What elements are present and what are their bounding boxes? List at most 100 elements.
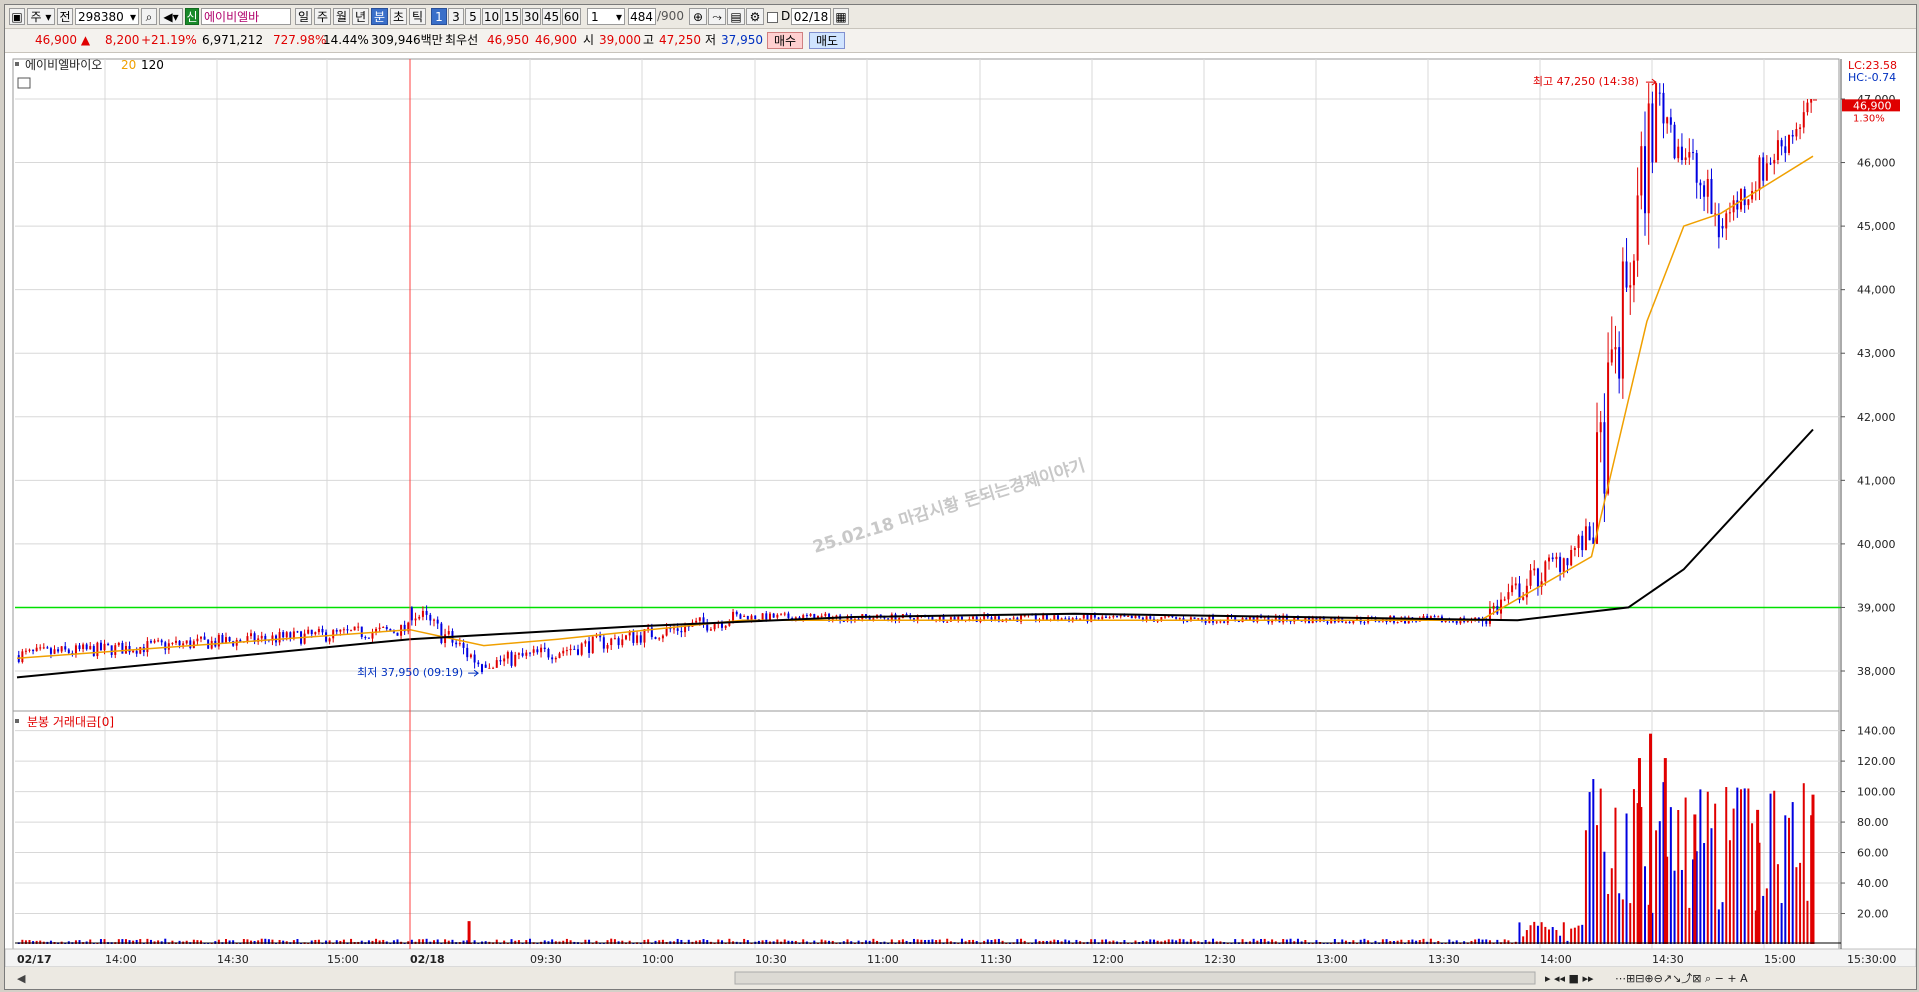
candle-body xyxy=(1795,128,1798,137)
volume-bar xyxy=(171,940,174,944)
candle-body xyxy=(1758,157,1761,191)
candle-body xyxy=(285,632,288,638)
candle-body xyxy=(1588,526,1591,541)
candle-body xyxy=(96,642,99,657)
volume-bar xyxy=(1773,790,1776,944)
candle-body xyxy=(1503,599,1506,601)
time-tick-label: 14:30 xyxy=(1652,953,1684,966)
candle-body xyxy=(1706,178,1709,197)
candle-body xyxy=(647,627,650,630)
candle-body xyxy=(1186,621,1189,623)
candle-body xyxy=(1223,621,1226,623)
candle-body xyxy=(588,641,591,653)
volume-bar xyxy=(1799,862,1802,944)
candle-body xyxy=(905,614,908,616)
volume-bar xyxy=(695,940,698,944)
volume-bar xyxy=(1699,789,1702,944)
tool-icons[interactable]: ⋯⊞⊟⊕⊖↗↘⤴⊠ ⌕ − + A xyxy=(1615,971,1748,985)
volume-bar xyxy=(1740,789,1743,944)
chart-window: ▣ 주 ▾ 전 298380 ▾ ⌕ ◀▾ 신 에이비엘바 일주월년분초틱 135… xyxy=(4,4,1917,990)
price-tick-label: 46,000 xyxy=(1857,157,1896,170)
candle-body xyxy=(672,628,675,630)
candle-body xyxy=(1437,616,1440,618)
candle-body xyxy=(364,637,367,639)
volume-bar xyxy=(791,940,794,944)
chart-canvas[interactable]: 25.02.18 마감시황 돈되는경제이야기 47,00046,00045,00… xyxy=(5,5,1916,989)
candle-body xyxy=(1810,99,1813,103)
candle-body xyxy=(153,640,156,643)
candle-body xyxy=(160,640,163,643)
volume-bar xyxy=(1518,922,1521,944)
candle-body xyxy=(444,634,447,643)
candle-body xyxy=(1116,616,1119,618)
volume-bar xyxy=(1525,930,1528,944)
price-tick-label: 43,000 xyxy=(1857,347,1896,360)
price-panel-collapse-icon[interactable] xyxy=(15,62,19,66)
candle-body xyxy=(1012,617,1015,619)
volume-bar xyxy=(1141,940,1144,944)
volume-bar xyxy=(1736,787,1739,944)
scroll-left-icon[interactable]: ◀ xyxy=(17,972,26,985)
volume-bar xyxy=(1049,940,1052,944)
candle-body xyxy=(1562,558,1565,572)
candle-body xyxy=(990,617,993,620)
volume-bar xyxy=(1669,807,1672,944)
volume-bar xyxy=(1765,888,1768,944)
volume-bar xyxy=(1762,895,1765,944)
candle-body xyxy=(1548,557,1551,562)
candle-body xyxy=(1511,585,1514,593)
volume-bar xyxy=(1584,830,1587,944)
candle-body xyxy=(371,632,374,639)
time-tick-label: 12:00 xyxy=(1092,953,1124,966)
candle-body xyxy=(1640,146,1643,196)
time-tick-label: 10:00 xyxy=(642,953,674,966)
volume-bar xyxy=(1629,903,1632,944)
candle-body xyxy=(1806,102,1809,113)
candle-body xyxy=(1769,163,1772,165)
ma-long-label: 120 xyxy=(141,58,164,72)
volume-bar xyxy=(1806,900,1809,944)
candle-body xyxy=(824,613,827,616)
candle-body xyxy=(199,636,202,639)
candle-body xyxy=(1559,556,1562,572)
time-tick-label: 02/18 xyxy=(410,953,445,966)
candle-body xyxy=(599,635,602,638)
candle-body xyxy=(1784,146,1787,153)
candle-body xyxy=(680,630,683,633)
candle-body xyxy=(517,653,520,655)
candle-body xyxy=(506,652,509,659)
scrollbar-thumb[interactable] xyxy=(734,971,1536,985)
candle-body xyxy=(1378,621,1381,623)
candle-body xyxy=(1658,92,1661,94)
candle-body xyxy=(1455,620,1458,624)
candle-body xyxy=(768,613,771,621)
candle-body xyxy=(1178,618,1181,620)
price-tick-label: 41,000 xyxy=(1857,474,1896,487)
volume-bar xyxy=(1728,840,1731,944)
volume-bar xyxy=(595,940,598,944)
candle-body xyxy=(421,610,424,617)
candle-body xyxy=(591,636,594,653)
volume-panel-collapse-icon[interactable] xyxy=(15,719,19,723)
volume-peak-bar xyxy=(467,921,471,944)
candle-body xyxy=(264,635,267,640)
candle-body xyxy=(1197,618,1200,620)
candle-body xyxy=(724,625,727,628)
indicator-settings-icon[interactable] xyxy=(17,77,31,89)
volume-bar xyxy=(1644,866,1647,944)
nav-controls-icon[interactable]: ▸ ◂◂ ■ ▸▸ xyxy=(1545,972,1594,985)
volume-bar xyxy=(178,940,181,944)
volume-tick-label: 40.00 xyxy=(1857,877,1889,890)
candle-body xyxy=(558,653,561,658)
hc-label: HC:-0.74 xyxy=(1848,71,1896,84)
volume-bar xyxy=(1610,868,1613,944)
volume-bar xyxy=(253,940,256,944)
candle-body xyxy=(1618,347,1621,379)
candle-body xyxy=(1433,616,1436,618)
volume-bar xyxy=(1588,792,1591,944)
volume-bar xyxy=(831,940,834,944)
candle-body xyxy=(765,613,768,621)
candle-body xyxy=(1525,585,1528,598)
candle-body xyxy=(780,614,783,616)
candle-body xyxy=(1780,140,1783,147)
